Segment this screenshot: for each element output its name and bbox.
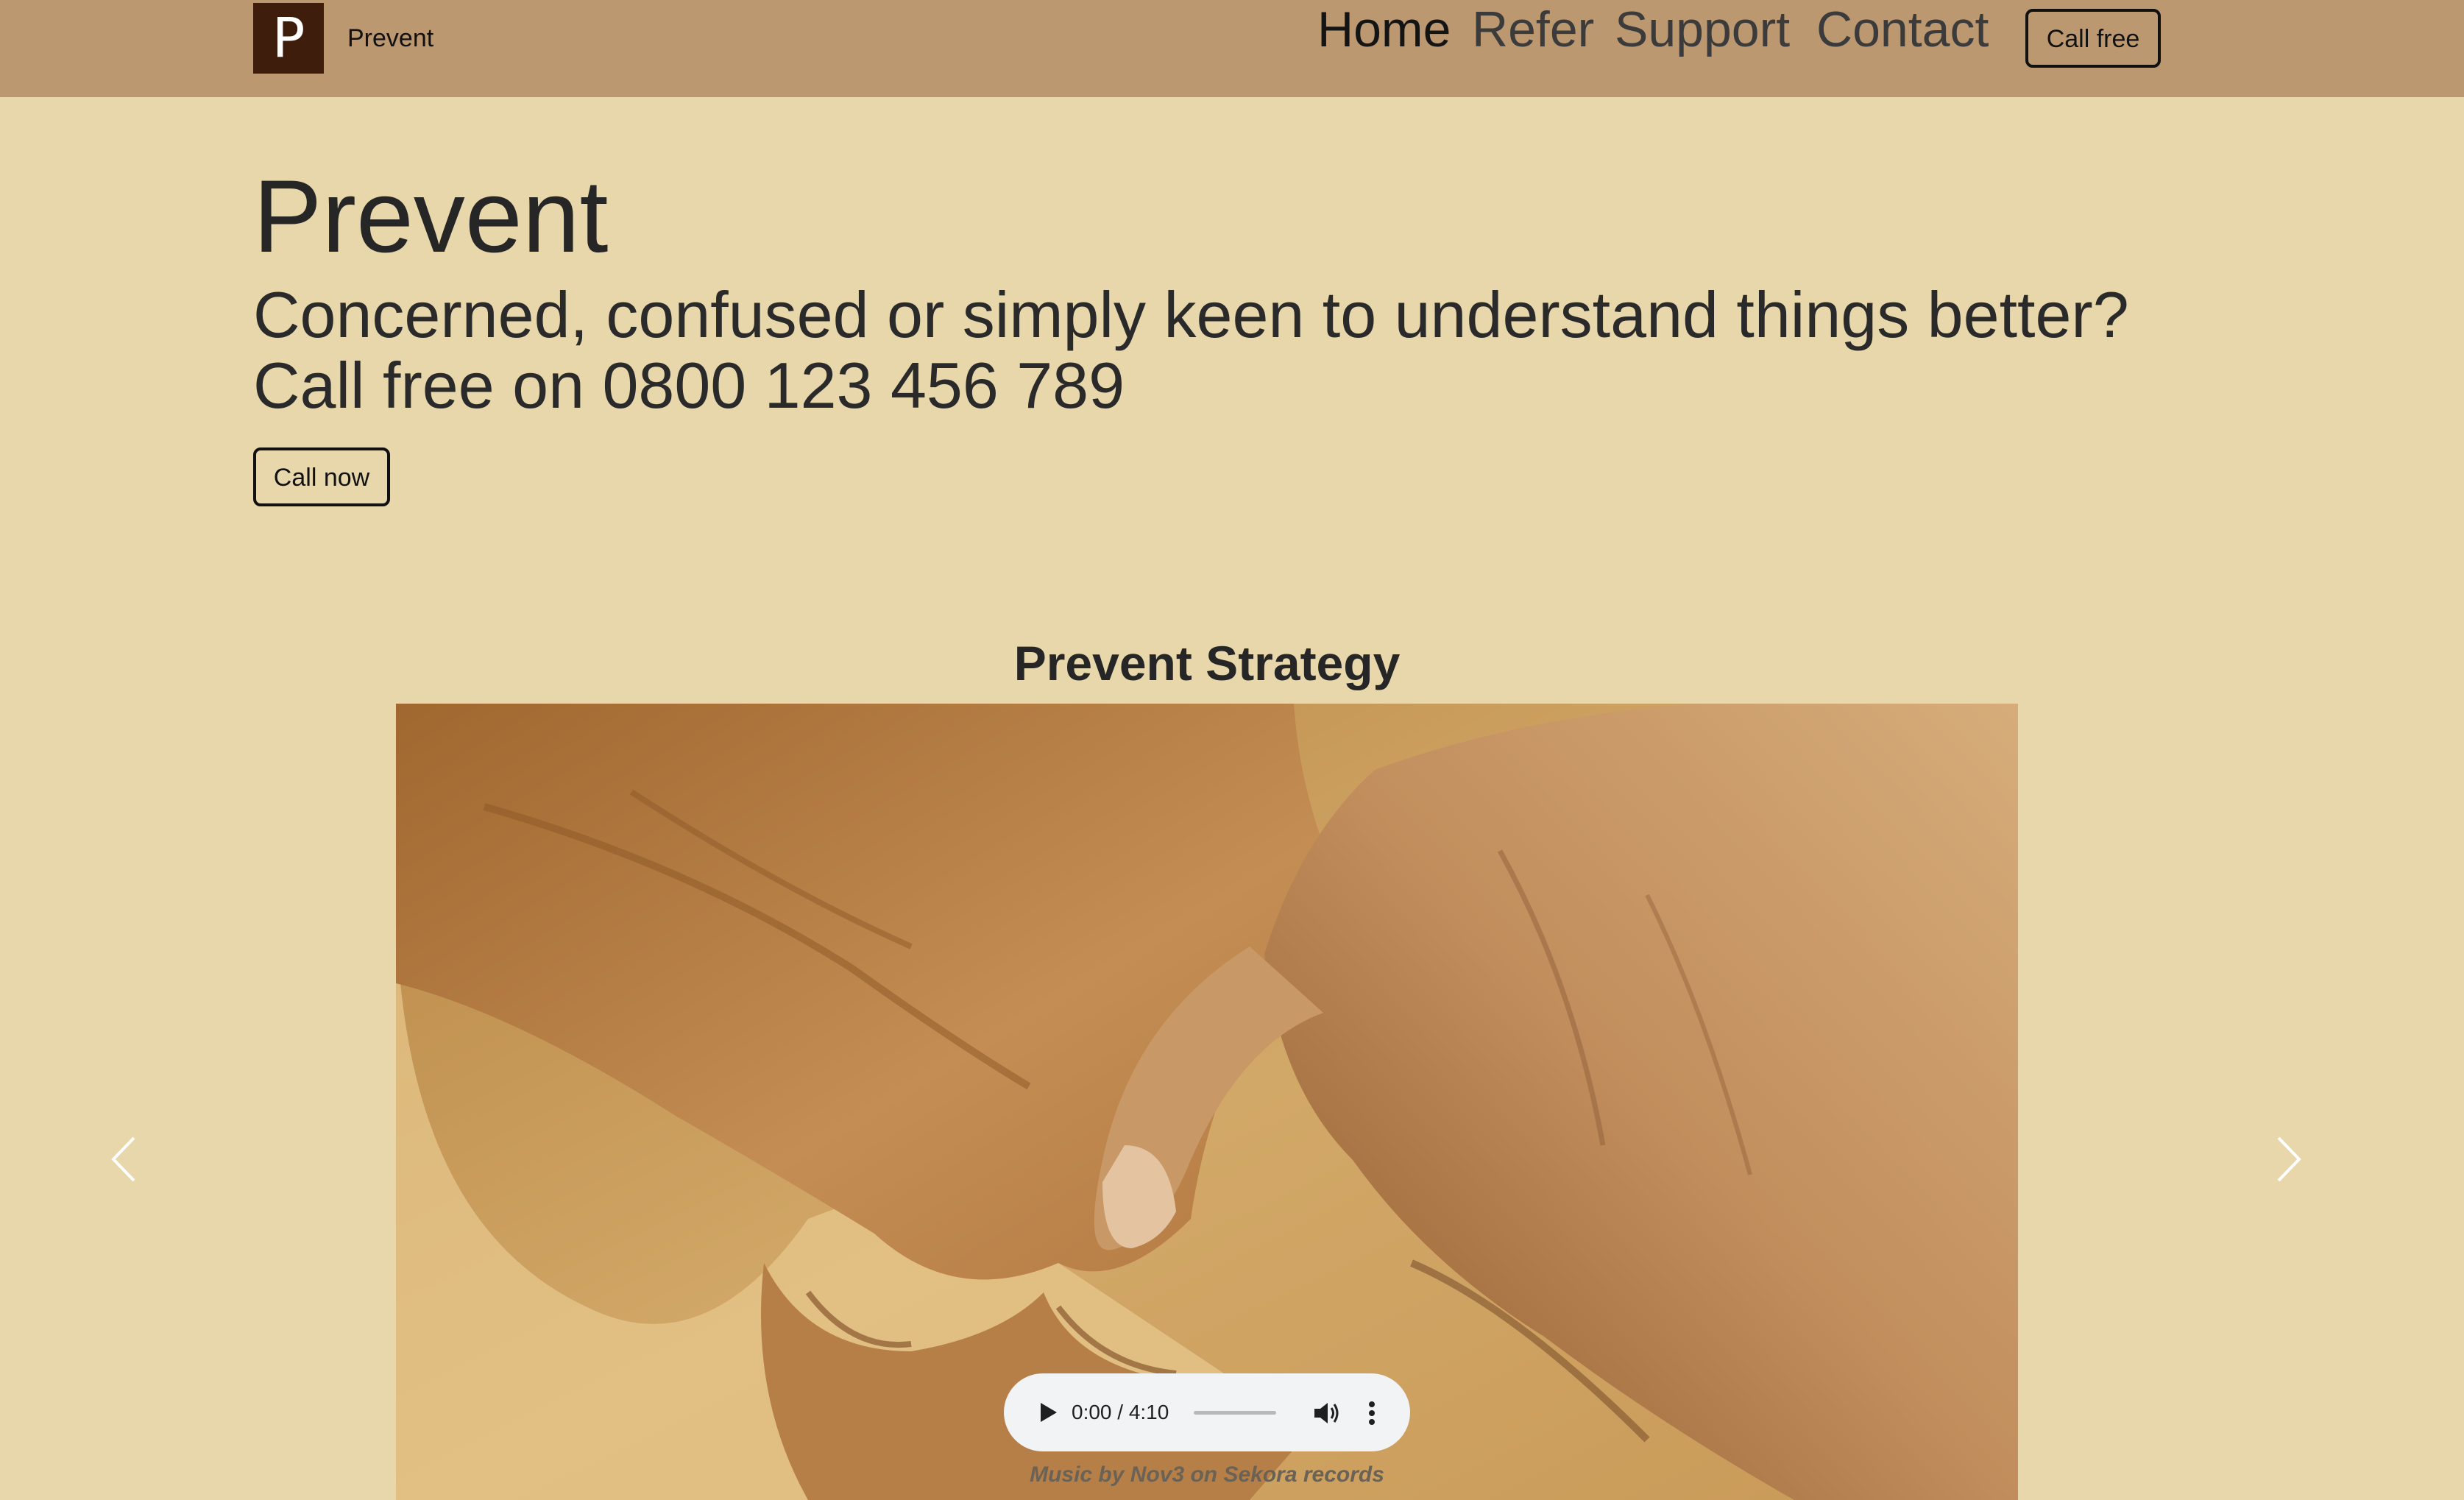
page-title: Prevent xyxy=(253,158,609,274)
more-options-button[interactable] xyxy=(1363,1398,1381,1428)
hero-subtitle: Concerned, confused or simply keen to un… xyxy=(253,280,2167,421)
section-title: Prevent Strategy xyxy=(1013,636,1401,690)
audio-player: 0:00 / 4:10 xyxy=(1004,1373,1410,1451)
nav-refer-link[interactable]: Refer xyxy=(1472,0,1594,59)
music-credit: Music by Nov3 on Sekora records xyxy=(1030,1462,1384,1487)
call-now-button[interactable]: Call now xyxy=(253,447,390,506)
chevron-right-icon xyxy=(2277,1136,2301,1182)
nav-contact-link[interactable]: Contact xyxy=(1816,0,1989,59)
chevron-left-icon xyxy=(111,1136,135,1182)
audio-time: 0:00 / 4:10 xyxy=(1072,1401,1169,1423)
nav-home-link[interactable]: Home xyxy=(1317,0,1451,59)
volume-icon xyxy=(1314,1403,1339,1423)
hero-subtitle-line-2: Call free on 0800 123 456 789 xyxy=(253,349,1125,422)
more-vertical-icon xyxy=(1369,1401,1375,1425)
hero-subtitle-line-1: Concerned, confused or simply keen to un… xyxy=(253,278,2129,351)
nav-support-link[interactable]: Support xyxy=(1615,0,1790,59)
call-free-button[interactable]: Call free xyxy=(2025,9,2161,68)
carousel-prev-button[interactable] xyxy=(102,1133,146,1185)
play-icon xyxy=(1041,1403,1057,1422)
volume-button[interactable] xyxy=(1311,1398,1341,1428)
audio-seek-bar[interactable] xyxy=(1194,1411,1276,1415)
carousel-next-button[interactable] xyxy=(2267,1133,2311,1185)
brand-logo[interactable]: P xyxy=(253,3,324,74)
top-navbar: P Prevent Home Refer Support Contact Cal… xyxy=(0,0,2464,97)
play-button[interactable] xyxy=(1035,1400,1060,1425)
brand-name[interactable]: Prevent xyxy=(347,21,433,56)
